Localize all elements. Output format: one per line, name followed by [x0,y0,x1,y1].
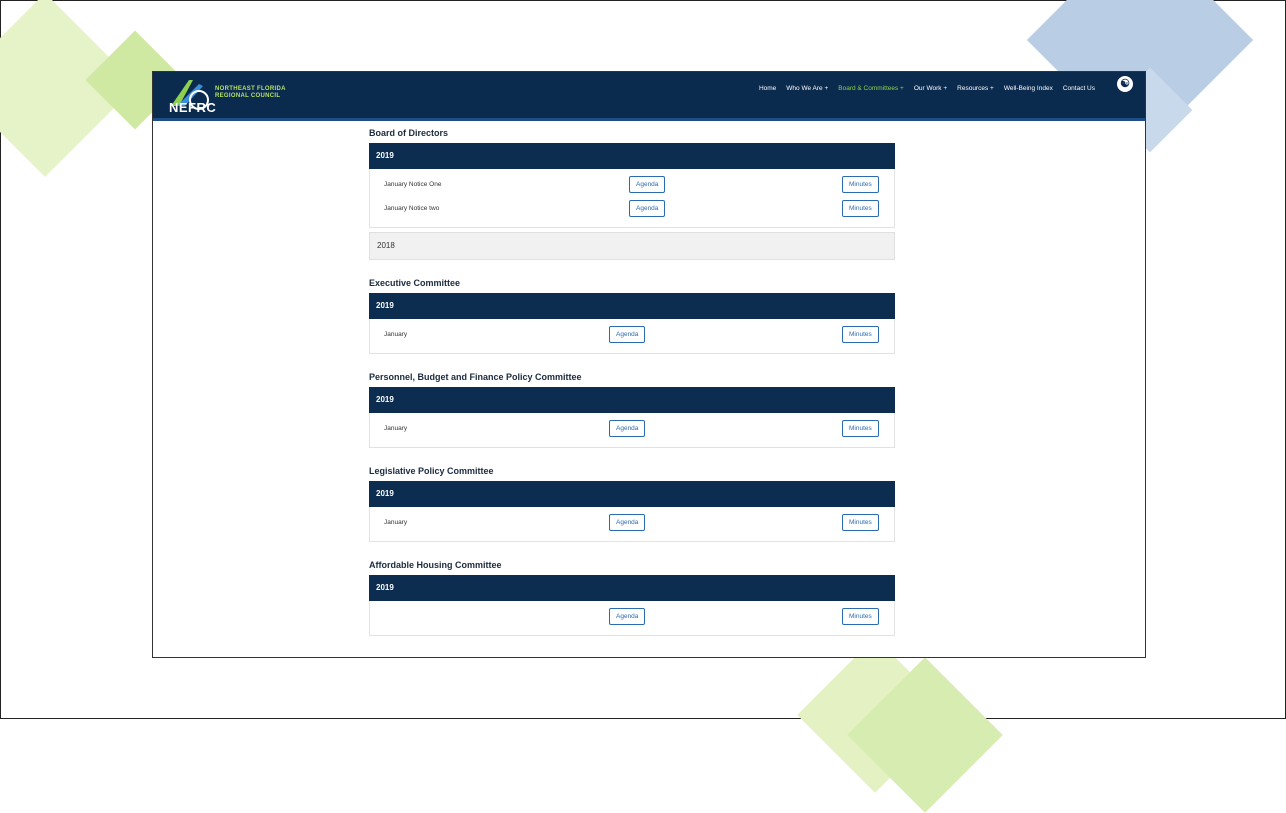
year-accordion-panel: January Notice One Agenda Minutes January N… [369,169,895,228]
meeting-label: January [384,425,408,432]
meeting-row: January Notice One Agenda Minutes [370,173,894,197]
year-accordion-panel: January Agenda Minutes [369,413,895,448]
meeting-row: January Agenda Minutes [370,323,894,347]
minutes-button[interactable]: Minutes [842,608,879,625]
minutes-button[interactable]: Minutes [842,420,879,437]
agenda-button[interactable]: Agenda [609,608,646,625]
agenda-button[interactable]: Agenda [629,176,666,193]
nav-item-home[interactable]: Home [759,85,776,92]
minutes-button[interactable]: Minutes [842,176,879,193]
committee-title: Affordable Housing Committee [369,560,502,570]
minutes-button[interactable]: Minutes [842,514,879,531]
year-accordion-panel: Agenda Minutes [369,601,895,636]
website-screenshot: NEFRC NORTHEAST FLORIDA REGIONAL COUNCIL… [152,71,1146,658]
year-accordion-header[interactable]: 2019 [369,481,895,507]
accessibility-icon[interactable]: ☯ [1115,74,1135,94]
agenda-button[interactable]: Agenda [609,326,646,343]
committee-title: Legislative Policy Committee [369,466,494,476]
year-accordion-panel: January Agenda Minutes [369,319,895,354]
committee-title: Board of Directors [369,128,449,138]
minutes-button[interactable]: Minutes [842,326,879,343]
year-accordion-header[interactable]: 2019 [369,387,895,413]
meeting-label: January [384,519,408,526]
meeting-label: January [384,331,408,338]
meeting-row: Agenda Minutes [370,605,894,629]
meeting-row: January Agenda Minutes [370,511,894,535]
meeting-label: January Notice One [384,181,442,188]
logo-name-line-1: NORTHEAST FLORIDA [215,86,286,92]
committee-section: Personnel, Budget and Finance Policy Com… [369,372,895,448]
meeting-row: January Agenda Minutes [370,417,894,441]
nav-item-who-we-are[interactable]: Who We Are + [786,85,828,92]
year-accordion-header[interactable]: 2019 [369,575,895,601]
committee-title: Executive Committee [369,278,461,288]
committee-section: Executive Committee 2019 January Agenda Minu… [369,278,895,354]
agenda-button[interactable]: Agenda [609,420,646,437]
committee-list: Board of Directors 2019 January Notice One… [369,128,895,654]
committee-section: Board of Directors 2019 January Notice One… [369,128,895,260]
nav-item-resources[interactable]: Resources + [957,85,994,92]
logo-organization-name[interactable]: NORTHEAST FLORIDA REGIONAL COUNCIL [215,86,315,100]
year-accordion-panel: January Agenda Minutes [369,507,895,542]
year-accordion-collapsed[interactable]: 2018 [369,232,895,260]
main-menu: Home Who We Are + Board & Committees + Our … [759,85,1095,92]
nav-item-our-work[interactable]: Our Work + [914,85,947,92]
nav-item-board-committees[interactable]: Board & Committees + [838,85,904,92]
nav-item-contact-us[interactable]: Contact Us [1063,85,1095,92]
logo-name-line-2: REGIONAL COUNCIL [215,93,281,99]
committee-section: Legislative Policy Committee 2019 January A… [369,466,895,542]
committee-title: Personnel, Budget and Finance Policy Com… [369,372,582,382]
top-navigation-bar: NEFRC NORTHEAST FLORIDA REGIONAL COUNCIL… [153,72,1145,121]
committee-section: Affordable Housing Committee 2019 Agenda Mi… [369,560,895,636]
year-accordion-header[interactable]: 2019 [369,143,895,169]
meeting-row: January Notice two Agenda Minutes [370,197,894,221]
agenda-button[interactable]: Agenda [629,200,666,217]
agenda-button[interactable]: Agenda [609,514,646,531]
minutes-button[interactable]: Minutes [842,200,879,217]
logo-abbreviation[interactable]: NEFRC [169,100,216,115]
nav-item-well-being-index[interactable]: Well-Being Index [1004,85,1053,92]
meeting-label: January Notice two [384,205,440,212]
year-accordion-header[interactable]: 2019 [369,293,895,319]
